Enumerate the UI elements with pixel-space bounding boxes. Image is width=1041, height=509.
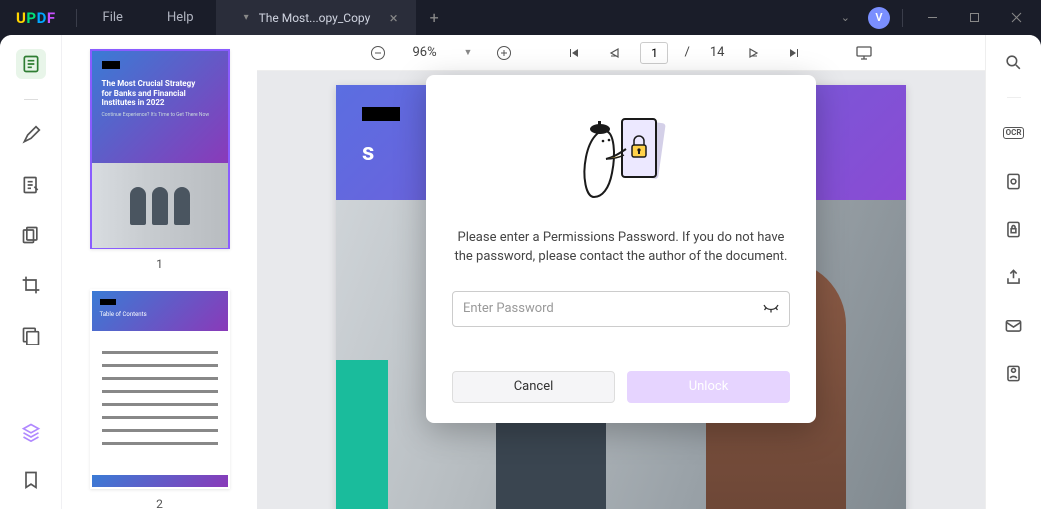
toggle-visibility-icon[interactable] (762, 299, 780, 321)
left-toolbar (0, 35, 62, 509)
document-tab[interactable]: ▾ The Most...opy_Copy × (216, 0, 416, 35)
password-input[interactable] (452, 291, 790, 327)
dialog-buttons: Cancel Unlock (452, 371, 790, 403)
dialog-illustration (452, 97, 790, 217)
close-window-button[interactable] (999, 4, 1033, 32)
separator (24, 99, 38, 100)
menu-file[interactable]: File (81, 10, 145, 25)
search-icon[interactable] (1001, 49, 1027, 75)
cancel-button[interactable]: Cancel (452, 371, 615, 403)
avatar-initial: V (875, 11, 882, 24)
user-avatar[interactable]: V (868, 7, 890, 29)
titlebar: UPDF File Help ▾ The Most...opy_Copy × +… (0, 0, 1041, 35)
convert-icon[interactable] (1001, 168, 1027, 194)
page-thumbnail-1[interactable]: The Most Crucial Strategy for Banks and … (90, 49, 230, 249)
thumb-number-1: 1 (72, 257, 247, 271)
share-icon[interactable] (1001, 264, 1027, 290)
layers-icon[interactable] (16, 417, 46, 447)
close-tab-icon[interactable]: × (382, 9, 406, 27)
separator (902, 9, 903, 27)
ocr-icon[interactable]: OCR (1001, 120, 1027, 146)
window-dropdown-icon[interactable]: ⌄ (831, 5, 860, 30)
minimize-button[interactable] (915, 4, 949, 32)
protect-icon[interactable] (1001, 216, 1027, 242)
maximize-button[interactable] (957, 4, 991, 32)
titlebar-right: ⌄ V (831, 4, 1041, 32)
add-tab-button[interactable]: + (416, 8, 453, 27)
thumbnail-panel[interactable]: The Most Crucial Strategy for Banks and … (62, 35, 257, 509)
thumb-footer-strip (92, 475, 228, 487)
workspace: The Most Crucial Strategy for Banks and … (0, 35, 1041, 509)
thumb-toc-body (92, 331, 228, 465)
bookmark-icon[interactable] (16, 465, 46, 495)
print-icon[interactable] (1001, 360, 1027, 386)
form-tool-icon[interactable] (16, 320, 46, 350)
organize-pages-icon[interactable] (16, 220, 46, 250)
page-thumbnail-2[interactable]: Table of Contents (90, 289, 230, 489)
thumb-photo (92, 163, 228, 248)
main-area: 96% ▼ / 14 s (257, 35, 985, 509)
menu-help[interactable]: Help (145, 10, 216, 25)
thumb-subtitle: Continue Experience? It's Time to Get Th… (102, 112, 218, 118)
dialog-message: Please enter a Permissions Password. If … (452, 229, 790, 267)
app-logo: UPDF (0, 9, 72, 27)
separator (1007, 97, 1021, 98)
crop-tool-icon[interactable] (16, 270, 46, 300)
reader-mode-icon[interactable] (16, 49, 46, 79)
comment-tool-icon[interactable] (16, 120, 46, 150)
unlock-button[interactable]: Unlock (627, 371, 790, 403)
thumb-toc-heading: Table of Contents (100, 311, 220, 318)
email-icon[interactable] (1001, 312, 1027, 338)
thumb-title: The Most Crucial Strategy for Banks and … (102, 79, 202, 108)
edit-tool-icon[interactable] (16, 170, 46, 200)
tab-dropdown-icon[interactable]: ▾ (234, 12, 259, 23)
thumb-logo (102, 61, 120, 69)
thumb-number-2: 2 (72, 497, 247, 509)
tab-title: The Most...opy_Copy (259, 11, 382, 25)
separator (76, 9, 77, 27)
right-toolbar: OCR (985, 35, 1041, 509)
thumb-logo (100, 299, 116, 305)
permissions-password-dialog: Please enter a Permissions Password. If … (426, 75, 816, 423)
